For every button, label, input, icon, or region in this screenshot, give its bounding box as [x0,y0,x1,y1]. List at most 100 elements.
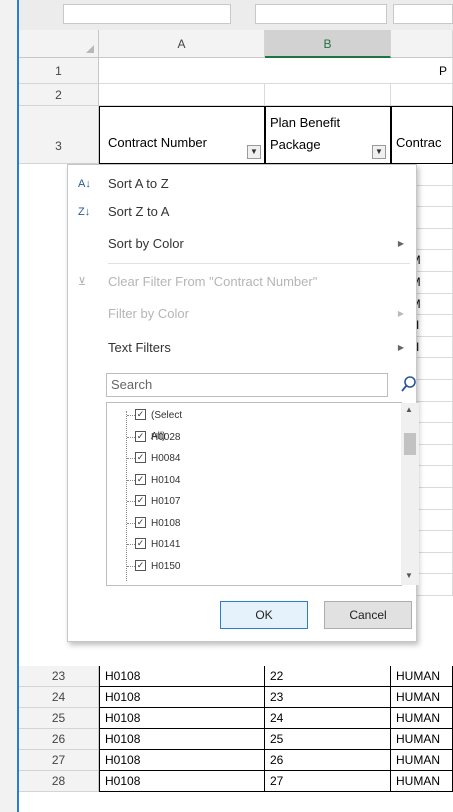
header-contract-number-label: Contract Number [108,135,207,150]
filter-list-item-label: H0141 [151,539,181,550]
cell-a2[interactable] [99,84,265,106]
tree-connector [127,415,135,417]
table-cell[interactable]: 22 [265,666,391,687]
sort-a-to-z-label: Sort A to Z [108,176,169,191]
header-contract-partial: Contrac [396,135,442,150]
search-input[interactable]: Search [106,373,388,397]
row-header[interactable]: 23 [19,666,99,687]
tree-connector [127,565,135,568]
filter-by-color-label: Filter by Color [108,306,189,321]
list-scrollbar[interactable]: ▲ ▼ [401,403,419,585]
sort-z-to-a-item[interactable]: Z↓ Sort Z to A [68,199,414,225]
ok-button[interactable]: OK [220,601,308,629]
filter-dropdown-icon-b[interactable]: ▼ [372,145,386,159]
header-cell-contract-number[interactable]: Contract Number [99,106,265,164]
row-header-2[interactable]: 2 [19,84,99,106]
checkbox-checked-icon[interactable]: ✓ [135,516,146,528]
tree-connector [127,479,135,482]
table-cell[interactable]: HUMAN [391,771,453,792]
checkbox-checked-icon[interactable]: ✓ [135,430,146,442]
tree-connector [127,436,135,439]
row-header-3[interactable]: 3 [19,106,99,164]
row1-partial-text: P [439,64,448,78]
row-header[interactable]: 27 [19,750,99,771]
row-header[interactable]: 28 [19,771,99,792]
clear-filter-item[interactable]: ⊻ Clear Filter From "Contract Number" [68,269,414,295]
text-filters-label: Text Filters [108,340,171,355]
filter-list-item-label: H0108 [151,517,181,529]
column-header-c[interactable] [391,30,453,58]
table-cell[interactable]: 24 [265,708,391,729]
filter-dropdown-icon[interactable]: ▼ [247,145,261,159]
scroll-up-icon[interactable]: ▲ [405,405,413,414]
chevron-right-icon: ▶ [397,309,404,318]
table-cell[interactable]: H0108 [99,666,265,687]
table-cell[interactable]: HUMAN [391,666,453,687]
filter-list-item-label: H0028 [151,431,181,443]
tree-connector [127,458,135,460]
sort-descending-icon: Z↓ [78,206,91,218]
header-plan-benefit-line2: Package [270,137,321,152]
cell-row1-merged[interactable]: P [99,58,453,84]
table-cell[interactable]: 26 [265,750,391,771]
chevron-right-icon: ▶ [397,343,404,352]
table-cell[interactable]: 23 [265,687,391,708]
clear-filter-label: Clear Filter From "Contract Number" [108,274,318,289]
row-header[interactable]: 26 [19,729,99,750]
filter-by-color-item[interactable]: Filter by Color ▶ [68,301,414,327]
row-header[interactable]: 24 [19,687,99,708]
tree-connector [127,522,135,525]
column-header-b[interactable]: B [265,30,391,58]
scrollbar-thumb[interactable] [404,433,416,455]
table-cell[interactable]: H0108 [99,708,265,729]
checkbox-checked-icon[interactable]: ✓ [135,409,146,420]
checkbox-checked-icon[interactable]: ✓ [135,559,146,571]
tree-connector [127,501,135,503]
checkbox-checked-icon[interactable]: ✓ [135,538,146,549]
sort-ascending-icon: A↓ [78,178,91,190]
formula-bar-buttons[interactable] [255,4,387,24]
checkbox-checked-icon[interactable]: ✓ [135,473,146,485]
checkbox-checked-icon[interactable]: ✓ [135,452,146,463]
table-cell[interactable]: HUMAN [391,687,453,708]
checkbox-checked-icon[interactable]: ✓ [135,495,146,506]
scroll-down-icon[interactable]: ▼ [405,571,413,580]
cell-b2[interactable] [265,84,391,106]
name-box[interactable] [63,4,231,24]
row-header[interactable]: 25 [19,708,99,729]
table-cell[interactable]: 25 [265,729,391,750]
sort-by-color-item[interactable]: Sort by Color ▶ [68,231,414,257]
cell-c2[interactable] [391,84,453,106]
table-cell[interactable]: H0108 [99,687,265,708]
table-cell[interactable]: HUMAN [391,729,453,750]
formula-input[interactable] [393,4,453,24]
table-cell[interactable]: H0108 [99,729,265,750]
menu-separator [108,263,410,264]
text-filters-item[interactable]: Text Filters ▶ [68,335,414,361]
clear-filter-icon: ⊻ [78,276,87,288]
row-header-1[interactable]: 1 [19,58,99,84]
sort-a-to-z-item[interactable]: A↓ Sort A to Z [68,171,414,197]
table-cell[interactable]: H0108 [99,750,265,771]
sort-z-to-a-label: Sort Z to A [108,204,170,219]
table-cell[interactable]: HUMAN [391,750,453,771]
sort-by-color-label: Sort by Color [108,236,184,251]
table-cell[interactable]: HUMAN [391,708,453,729]
autofilter-menu: A↓ Sort A to Z Z↓ Sort Z to A Sort by Co… [67,164,419,642]
filter-list-item-label: H0084 [151,453,181,464]
chevron-right-icon: ▶ [397,239,404,248]
header-plan-benefit-line1: Plan Benefit [270,115,341,130]
cancel-button[interactable]: Cancel [324,601,412,629]
table-cell[interactable]: H0108 [99,771,265,792]
filter-list-item-label: H0104 [151,474,181,486]
header-cell-contract[interactable]: Contrac [391,106,453,164]
select-all-corner[interactable] [19,30,99,58]
filter-list-item-label: H0150 [151,560,181,572]
formula-bar-area [19,0,453,31]
filter-list-item-label: H0107 [151,496,181,507]
column-header-a[interactable]: A [99,30,265,58]
table-cell[interactable]: 27 [265,771,391,792]
tree-connector [127,544,135,546]
search-icon[interactable] [400,374,418,394]
filter-value-list[interactable]: ✓ (Select All) ✓ H0028 ✓ H0084 ✓ H0104 ✓ H0107 ✓ H0… [106,402,402,586]
